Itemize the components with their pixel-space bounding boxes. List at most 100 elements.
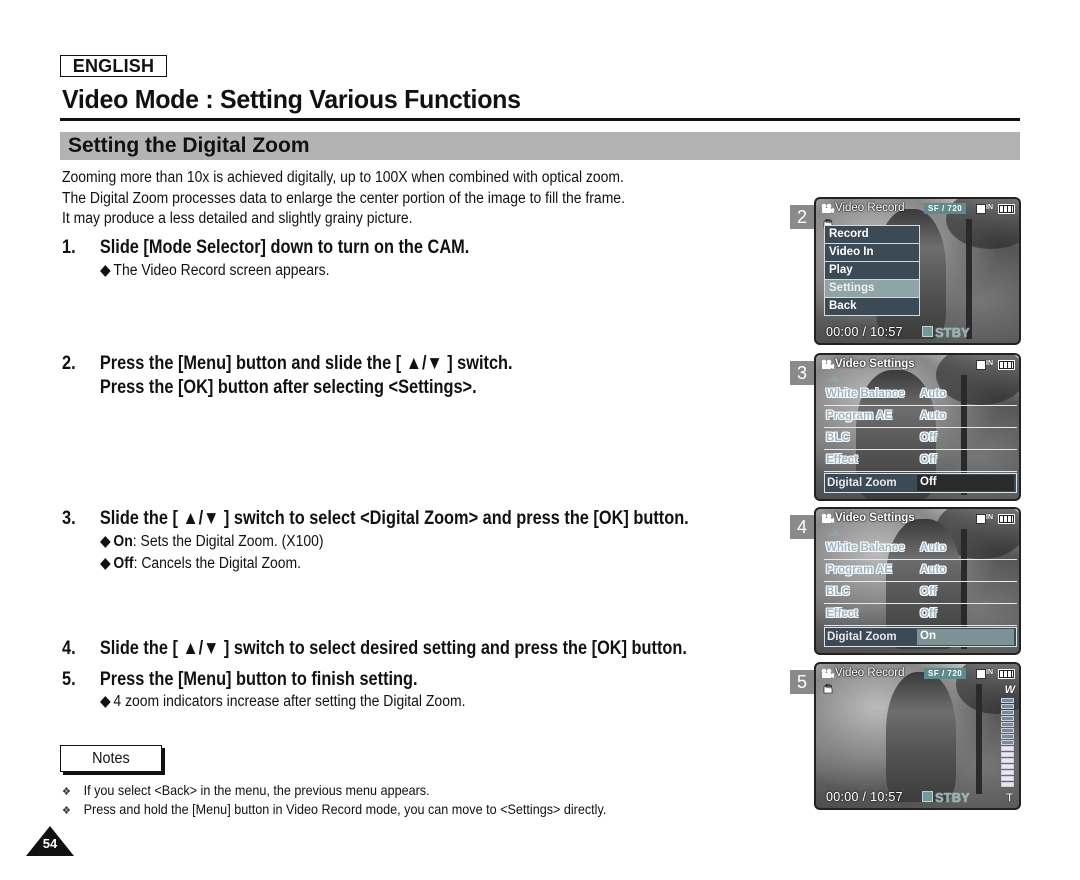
option-label: On (113, 533, 133, 550)
section-title: Setting the Digital Zoom (68, 134, 310, 157)
record-status-icon (922, 791, 933, 802)
note-item: ❖ Press and hold the [Menu] button in Vid… (62, 800, 606, 820)
setting-value: Off (920, 454, 937, 466)
step-number: 3. (62, 508, 76, 529)
zoom-segment (1001, 764, 1014, 769)
setting-label: Program AE (826, 564, 893, 576)
step-3: 3. Slide the [ ▲/▼ ] switch to select <Di… (62, 507, 689, 531)
memory-card-icon (976, 514, 986, 524)
setting-row-effect[interactable]: Effect Off (824, 450, 1017, 472)
battery-icon (998, 204, 1015, 214)
step-1-note: ◆ The Video Record screen appears. (100, 260, 330, 282)
step-3-option-on: ◆ On: Sets the Digital Zoom. (X100) (100, 531, 324, 553)
menu-item-back[interactable]: Back (824, 297, 920, 316)
menu-item-settings[interactable]: Settings (824, 279, 920, 298)
setting-value: Auto (920, 388, 947, 400)
lcd-display: Video Settings IN White Balance Auto Prog… (814, 353, 1021, 501)
screen-number: 3 (790, 361, 814, 385)
zoom-segment (1001, 734, 1014, 739)
clover-bullet-icon: ❖ (62, 805, 71, 817)
memory-card-icon (976, 669, 986, 679)
note-item: ❖ If you select <Back> in the menu, the p… (62, 781, 430, 801)
scroll-up-arrow-icon[interactable] (828, 530, 842, 536)
quality-badge: SF / 720 (924, 203, 967, 214)
setting-value: Off (920, 586, 937, 598)
setting-row-blc[interactable]: BLC Off (824, 582, 1017, 604)
diamond-bullet-icon: ◆ (100, 262, 111, 279)
battery-icon (998, 360, 1015, 370)
step-number: 5. (62, 669, 76, 690)
scroll-up-arrow-icon[interactable] (828, 376, 842, 382)
setting-label: Effect (826, 454, 858, 466)
stabilizer-hand-icon (823, 683, 833, 694)
camera-screen-5: 5 Video Record SF / 720 IN W T 00:00 / 1… (790, 662, 1022, 814)
setting-value: Off (920, 608, 937, 620)
option-label: Off (113, 555, 134, 572)
intro-line: It may produce a less detailed and sligh… (62, 210, 413, 227)
zoom-segment (1001, 722, 1014, 727)
tree-trunk (966, 219, 972, 339)
setting-row-digital-zoom[interactable]: Digital Zoom Off (824, 473, 1017, 493)
screen-title: Video Settings (835, 512, 915, 524)
intro-line: The Digital Zoom processes data to enlar… (62, 189, 625, 207)
page-number-badge: 54 (26, 826, 74, 856)
setting-row-program-ae[interactable]: Program AE Auto (824, 560, 1017, 582)
setting-value: Off (920, 432, 937, 444)
setting-row-blc[interactable]: BLC Off (824, 428, 1017, 450)
video-camera-icon (821, 203, 834, 213)
time-counter: 00:00 / 10:57 (826, 790, 903, 804)
option-desc: : Sets the Digital Zoom. (X100) (132, 533, 324, 550)
menu-item-play[interactable]: Play (824, 261, 920, 280)
quality-badge: SF / 720 (924, 668, 967, 679)
setting-row-program-ae[interactable]: Program AE Auto (824, 406, 1017, 428)
step-3-option-off: ◆ Off: Cancels the Digital Zoom. (100, 553, 301, 575)
page-number: 54 (42, 836, 58, 851)
title-divider (60, 118, 1020, 121)
status-label: STBY (935, 790, 970, 805)
status-label: STBY (935, 325, 970, 340)
memory-card-icon (976, 360, 986, 370)
screen-title: Video Record (835, 202, 905, 214)
menu-item-video-in[interactable]: Video In (824, 243, 920, 262)
notes-label-box: Notes (60, 745, 162, 772)
zoom-segment (1001, 740, 1014, 745)
main-menu: Record Video In Play Settings Back (824, 225, 920, 316)
memory-label: IN (986, 360, 993, 367)
zoom-segment (1001, 704, 1014, 709)
setting-value: Off (920, 476, 937, 488)
setting-value: Auto (920, 542, 947, 554)
memory-card-icon (976, 204, 986, 214)
note-text: 4 zoom indicators increase after setting… (113, 693, 466, 710)
diamond-bullet-icon: ◆ (100, 533, 111, 550)
setting-value-box: On (917, 629, 1014, 645)
setting-label: BLC (826, 432, 850, 444)
setting-row-digital-zoom[interactable]: Digital Zoom On (824, 627, 1017, 647)
lcd-display: Video Settings IN White Balance Auto Prog… (814, 507, 1021, 655)
note-text: Press and hold the [Menu] button in Vide… (83, 801, 607, 817)
setting-row-white-balance[interactable]: White Balance Auto (824, 538, 1017, 560)
camera-screen-2: 2 Video Record SF / 720 IN Record Video … (790, 197, 1022, 349)
zoom-segment (1001, 710, 1014, 715)
diamond-bullet-icon: ◆ (100, 555, 111, 572)
tree-trunk (976, 684, 982, 794)
step-text: Press the [Menu] button and slide the [ … (99, 353, 513, 374)
note-text: The Video Record screen appears. (113, 262, 330, 279)
step-4: 4. Slide the [ ▲/▼ ] switch to select des… (62, 637, 687, 661)
setting-label: Digital Zoom (827, 477, 897, 489)
step-2: 2. Press the [Menu] button and slide the … (62, 352, 513, 400)
zoom-segment (1001, 716, 1014, 721)
setting-row-effect[interactable]: Effect Off (824, 604, 1017, 626)
memory-label: IN (986, 514, 993, 521)
screen-number: 4 (790, 515, 814, 539)
zoom-segment (1001, 776, 1014, 781)
step-text: Slide [Mode Selector] down to turn on th… (99, 237, 470, 258)
zoom-segment (1001, 782, 1014, 787)
menu-item-record[interactable]: Record (824, 225, 920, 244)
setting-row-white-balance[interactable]: White Balance Auto (824, 384, 1017, 406)
memory-label: IN (986, 669, 993, 676)
step-5: 5. Press the [Menu] button to finish sett… (62, 668, 418, 692)
step-text: Press the [Menu] button to finish settin… (99, 669, 418, 690)
zoom-segment (1001, 746, 1014, 751)
screen-title: Video Settings (835, 358, 915, 370)
section-header: Setting the Digital Zoom (60, 132, 1020, 160)
